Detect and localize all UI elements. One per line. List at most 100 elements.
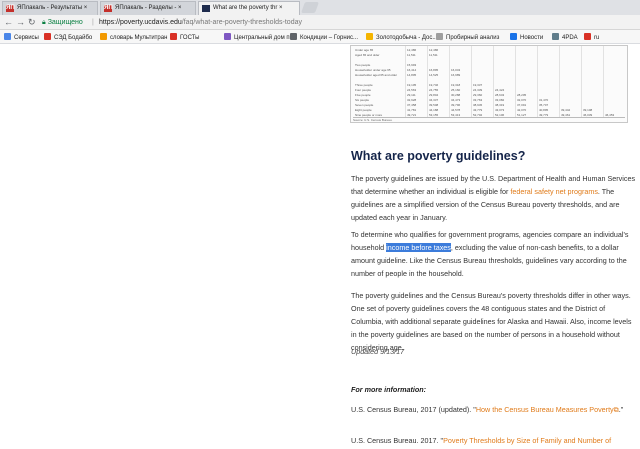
secure-label: Защищено (47, 19, 83, 26)
table-gridline (427, 46, 428, 118)
table-cell: 39,796 (451, 103, 461, 107)
tab-label: ЯПлакаль - Разделы - × (115, 5, 182, 11)
bookmark-label: Пробирный анализ (446, 35, 500, 41)
table-cell: 32,070 (517, 98, 527, 102)
ref1-text-after: ." (618, 405, 624, 414)
table-row-label: Householder under age 65 (355, 68, 391, 72)
bookmark-3[interactable]: ГОСТы (170, 33, 199, 42)
section-heading: What are poverty guidelines? (351, 149, 526, 163)
table-cell: 28,643 (495, 93, 505, 97)
folder-icon (44, 33, 51, 40)
reference-2: U.S. Census Bureau. 2017. "Poverty Thres… (351, 434, 636, 447)
table-cell: 39,442 (561, 108, 571, 112)
table-cell: 32,928 (407, 98, 417, 102)
tab-strip: ЯП ЯПлакаль - Результаты × ЯП ЯПлакаль -… (0, 0, 640, 15)
tab-poverty-thresholds[interactable]: What are the poverty thr × (198, 1, 300, 15)
bookmark-4[interactable]: Центральный дом п... (224, 33, 295, 42)
table-gridline (537, 46, 538, 118)
tab-yaplakal-sections[interactable]: ЯП ЯПлакаль - Разделы - × (100, 1, 196, 15)
gold-icon (366, 33, 373, 40)
url-separator: | (92, 19, 94, 26)
table-gridline (405, 46, 406, 118)
table-cell: 33,763 (473, 98, 483, 102)
table-gridline (581, 46, 582, 118)
bookmark-7[interactable]: Пробирный анализ (436, 33, 499, 42)
table-cell: 19,337 (473, 83, 483, 87)
bookmark-label: Сервисы (14, 35, 39, 41)
bookmark-label: Золотодобыча - Дос... (376, 35, 438, 41)
bookmark-10[interactable]: ru (584, 33, 599, 42)
back-arrow-icon[interactable]: ← (4, 17, 13, 28)
paragraph-2: To determine who qualifies for governmen… (351, 228, 636, 280)
bookmark-0[interactable]: Сервисы (4, 33, 39, 42)
ref1-link-text: How the Census Bureau Measures Poverty (475, 405, 614, 414)
table-cell: 12,486 (407, 48, 417, 52)
reload-icon[interactable]: ↻ (28, 17, 36, 28)
table-cell: 16,989 (451, 73, 461, 77)
secure-indicator[interactable]: 🔒︎ Защищено (42, 17, 83, 28)
bookmark-2[interactable]: словарь Мультитран (100, 33, 167, 42)
federal-safety-net-link[interactable]: federal safety net programs (510, 187, 598, 196)
address-bar[interactable]: https://poverty.ucdavis.edu/faq/what-are… (99, 17, 302, 28)
bookmark-8[interactable]: Новости (510, 33, 543, 42)
page-icon (170, 33, 177, 40)
bookmarks-bar: Сервисы СЭД Бодайбо словарь Мультитран ГОСТ… (0, 30, 640, 44)
page-icon (436, 33, 443, 40)
page-icon (224, 33, 231, 40)
table-gridline (471, 46, 472, 118)
bookmark-label: ГОСТы (180, 35, 200, 41)
table-cell: 29,804 (429, 93, 439, 97)
poverty-thresholds-table-image: Under age 65 12,486 12,486 Aged 65 and olde… (350, 45, 628, 123)
tab-yaplakal-results[interactable]: ЯП ЯПлакаль - Результаты × (2, 1, 98, 15)
table-cell: 12,486 (429, 48, 439, 52)
tab-label: ЯПлакаль - Результаты × (17, 5, 88, 11)
table-cell: 31,470 (539, 98, 549, 102)
table-cell: 39,508 (429, 103, 439, 107)
bookmark-5[interactable]: Кондиции – Горнис... (290, 33, 358, 42)
table-cell: 44,578 (451, 108, 461, 112)
table-cell: 24,755 (429, 88, 439, 92)
table-gridline (559, 46, 560, 118)
table-cell: 34,473 (451, 98, 461, 102)
table-cell: 37,091 (517, 103, 527, 107)
table-cell: 40,895 (539, 108, 549, 112)
table-cell: 19,318 (451, 83, 461, 87)
forward-arrow-icon[interactable]: → (16, 17, 25, 28)
table-row-label: Four people (355, 88, 372, 92)
table-cell: 42,070 (517, 108, 527, 112)
url-path: /faq/what-are-poverty-thresholds-today (181, 19, 302, 26)
new-tab-button[interactable] (300, 2, 320, 13)
news-icon (510, 33, 517, 40)
bookmark-9[interactable]: 4PDA (552, 33, 578, 42)
table-cell: 35,707 (539, 103, 549, 107)
table-cell: 44,188 (429, 108, 439, 112)
forum-icon (552, 33, 559, 40)
bookmark-label: Новости (520, 35, 544, 41)
bookmark-6[interactable]: Золотодобыча - Дос... (366, 33, 437, 42)
table-cell: 25,160 (451, 88, 461, 92)
paragraph-1: The poverty guidelines are issued by the… (351, 172, 636, 224)
updated-date: Updated 9/13/17 (351, 347, 405, 356)
page-content: Under age 65 12,486 12,486 Aged 65 and olde… (0, 45, 640, 449)
table-gridline (515, 46, 516, 118)
table-cell: 38,319 (495, 103, 505, 107)
table-cell: 24,563 (407, 88, 417, 92)
poverty-thresholds-link[interactable]: Poverty Thresholds by Size of Family and… (443, 436, 611, 445)
table-gridline (493, 46, 494, 118)
table-cell: 14,525 (429, 73, 439, 77)
table-cell: 30,288 (451, 93, 461, 97)
table-cell: 15,993 (407, 63, 417, 67)
census-measures-poverty-link[interactable]: How the Census Bureau Measures Poverty⧉ (476, 405, 619, 414)
bookmark-label: Кондиции – Горнис... (300, 35, 358, 41)
bookmark-1[interactable]: СЭД Бодайбо (44, 33, 92, 42)
table-cell: 43,779 (473, 108, 483, 112)
table-cell: 19,746 (429, 83, 439, 87)
lock-icon: 🔒︎ (42, 19, 46, 26)
table-row-label: Six people (355, 98, 370, 102)
table-cell: 28,205 (517, 93, 527, 97)
table-cell: 16,043 (451, 68, 461, 72)
table-cell: 16,895 (429, 68, 439, 72)
table-row-label: Aged 65 and older (355, 53, 380, 57)
ref2-text: U.S. Census Bureau. 2017. " (351, 436, 444, 445)
paragraph-3: The poverty guidelines and the Census Bu… (351, 291, 632, 352)
